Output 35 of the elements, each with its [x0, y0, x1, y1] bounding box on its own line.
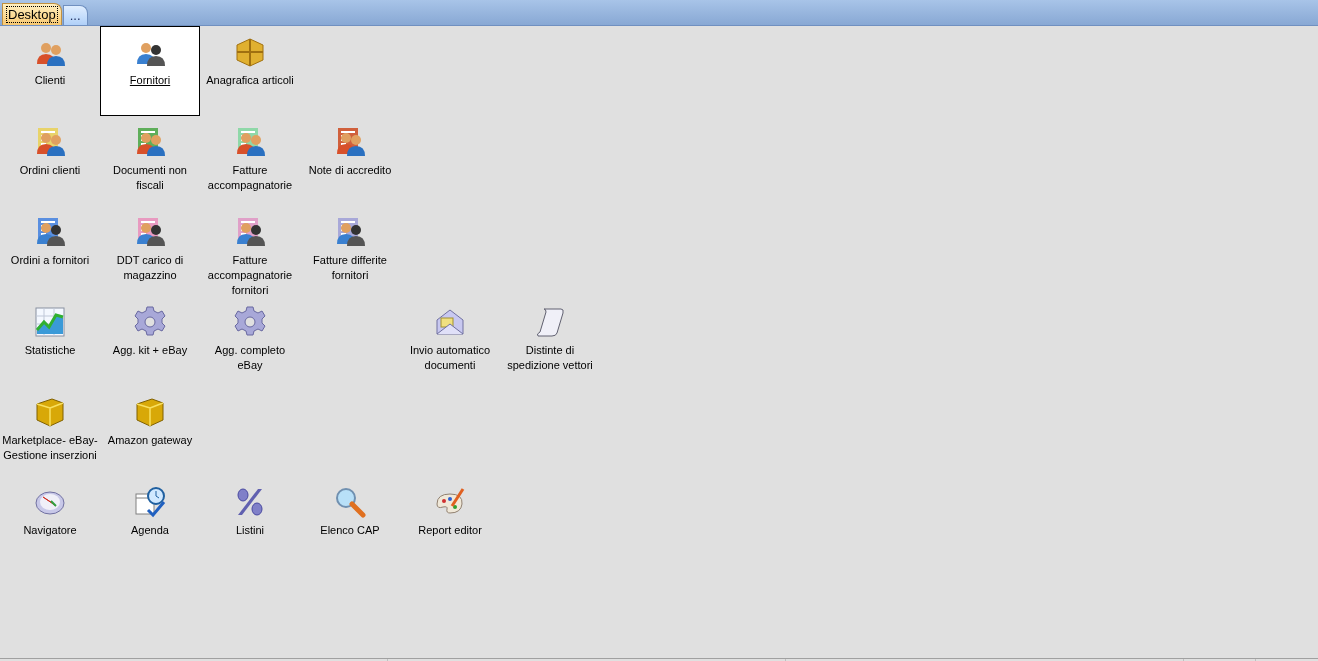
- desktop-shortcut[interactable]: DDT carico di magazzino: [100, 206, 200, 296]
- desktop-shortcut[interactable]: Listini: [200, 476, 300, 566]
- desktop-shortcut[interactable]: Report editor: [400, 476, 500, 566]
- gear-icon: [134, 306, 166, 338]
- cube-icon: [134, 396, 166, 428]
- tab[interactable]: ...: [62, 5, 88, 25]
- percent-icon: [234, 486, 266, 518]
- desktop-shortcut[interactable]: Agg. kit + eBay: [100, 296, 200, 386]
- desktop-shortcut[interactable]: Amazon gateway: [100, 386, 200, 476]
- desktop-shortcut[interactable]: Fornitori: [100, 26, 200, 116]
- desktop-shortcut[interactable]: Invio automatico documenti: [400, 296, 500, 386]
- desktop-shortcut[interactable]: Anagrafica articoli: [200, 26, 300, 116]
- desktop-shortcut[interactable]: Agenda: [100, 476, 200, 566]
- chart-icon: [34, 306, 66, 338]
- desktop-shortcut[interactable]: Ordini a fornitori: [0, 206, 100, 296]
- desktop-shortcut[interactable]: Fatture accompagnatorie: [200, 116, 300, 206]
- desktop-shortcut[interactable]: Distinte di spedizione vettori: [500, 296, 600, 386]
- desktop-shortcut[interactable]: Fatture differite fornitori: [300, 206, 400, 296]
- calendar-icon: [134, 486, 166, 518]
- scroll-icon: [534, 306, 566, 338]
- gear-icon: [234, 306, 266, 338]
- desktop-shortcut[interactable]: Note di accredito: [300, 116, 400, 206]
- package-icon: [234, 36, 266, 68]
- desktop-shortcut[interactable]: Clienti: [0, 26, 100, 116]
- desktop-shortcut[interactable]: Ordini clienti: [0, 116, 100, 206]
- cube-icon: [34, 396, 66, 428]
- desktop-shortcut[interactable]: Elenco CAP: [300, 476, 400, 566]
- desktop-shortcut[interactable]: Agg. completo eBay: [200, 296, 300, 386]
- magnifier-icon: [334, 486, 366, 518]
- desktop-shortcut[interactable]: Navigatore: [0, 476, 100, 566]
- desktop-shortcut[interactable]: Marketplace- eBay- Gestione inserzioni: [0, 386, 100, 476]
- desktop-shortcut[interactable]: Statistiche: [0, 296, 100, 386]
- desktop-shortcut[interactable]: Documenti non fiscali: [100, 116, 200, 206]
- desktop-shortcut[interactable]: Fatture accompagnatorie fornitori: [200, 206, 300, 296]
- tab[interactable]: Desktop: [2, 3, 62, 25]
